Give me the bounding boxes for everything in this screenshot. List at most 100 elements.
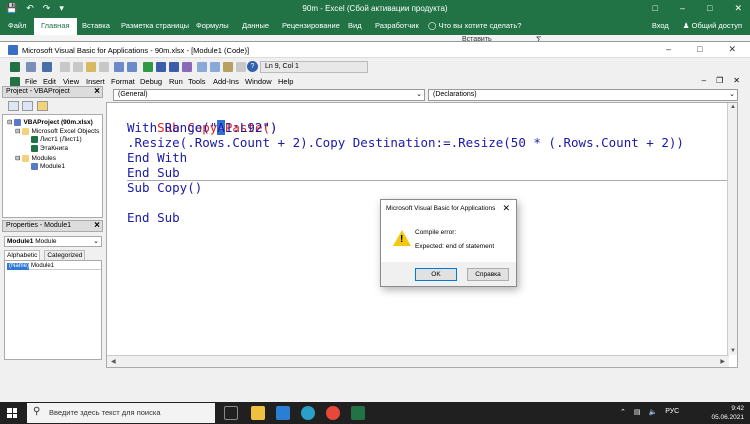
close-icon[interactable]: ✕ (734, 3, 742, 14)
code-line-4[interactable]: End With (127, 150, 187, 165)
file-explorer-icon[interactable] (251, 406, 265, 420)
minimize-icon[interactable]: – (680, 3, 685, 14)
ok-button[interactable]: OK (415, 268, 457, 281)
tree-item-vbaproject[interactable]: ⊟ VBAProject (90m.xlsx) (7, 118, 93, 126)
tab-page-layout[interactable]: Разметка страницы (121, 21, 189, 30)
project-pane-close-icon[interactable]: × (94, 86, 100, 97)
insert-module-icon[interactable] (26, 62, 36, 72)
view-excel-icon[interactable] (10, 62, 20, 72)
menu-tools[interactable]: Tools (188, 77, 206, 86)
procedure-combo[interactable]: (Declarations) ⌄ (428, 89, 738, 101)
collapse-icon[interactable]: ⊟ (15, 154, 20, 162)
windows-start-icon[interactable] (7, 408, 17, 418)
chrome-icon[interactable] (326, 406, 340, 420)
tell-me-box[interactable]: ◯ Что вы хотите сделать? (428, 21, 521, 30)
break-icon[interactable] (156, 62, 166, 72)
menu-view[interactable]: View (63, 77, 79, 86)
code-line-2[interactable]: With Range("A1:L92") (127, 120, 278, 135)
ribbon-display-icon[interactable]: □ (653, 3, 658, 14)
scroll-down-icon[interactable]: ▼ (730, 348, 736, 354)
volume-icon[interactable]: 🔈 (649, 408, 658, 416)
collapse-icon[interactable]: ⊟ (7, 118, 12, 126)
collapse-icon[interactable]: ⊟ (15, 127, 20, 135)
object-combo[interactable]: (General) ⌄ (113, 89, 425, 101)
vbe-menu-bar: File Edit View Insert Format Debug Run T… (0, 75, 750, 89)
menu-file[interactable]: File (25, 77, 37, 86)
cut-icon[interactable] (60, 62, 70, 72)
code-line-5[interactable]: End Sub (127, 165, 180, 180)
view-object-icon[interactable] (22, 101, 33, 111)
menu-add-ins[interactable]: Add-Ins (213, 77, 239, 86)
paste-icon[interactable] (86, 62, 96, 72)
code-restore-icon[interactable]: ❐ (716, 76, 723, 85)
scroll-up-icon[interactable]: ▲ (730, 104, 736, 110)
clock[interactable]: 9:42 05.06.2021 (711, 404, 744, 422)
tab-formulas[interactable]: Формулы (196, 21, 229, 30)
dialog-close-icon[interactable]: ✕ (502, 203, 510, 214)
project-explorer-icon[interactable] (197, 62, 207, 72)
design-mode-icon[interactable] (182, 62, 192, 72)
help-button[interactable]: Справка (467, 268, 509, 281)
mail-icon[interactable] (276, 406, 290, 420)
property-value[interactable]: Module1 (29, 263, 101, 270)
object-browser-icon[interactable] (223, 62, 233, 72)
redo-vba-icon[interactable] (127, 62, 137, 72)
reset-icon[interactable] (169, 62, 179, 72)
vbe-close-icon[interactable]: ✕ (728, 44, 736, 55)
taskbar-search-box[interactable]: ⚲ Введите здесь текст для поиска (27, 403, 215, 423)
help-icon[interactable]: ? (247, 61, 258, 72)
tree-item-excel-objects[interactable]: ⊟ Microsoft Excel Objects (15, 127, 99, 135)
menu-run[interactable]: Run (169, 77, 183, 86)
maximize-icon[interactable]: □ (707, 3, 712, 14)
code-line-3[interactable]: .Resize(.Rows.Count + 2).Copy Destinatio… (127, 135, 684, 150)
code-line-6[interactable]: Sub Copy() (127, 180, 202, 195)
tab-data[interactable]: Данные (242, 21, 269, 30)
tree-item-modules[interactable]: ⊟ Modules (15, 154, 56, 162)
properties-window-icon[interactable] (210, 62, 220, 72)
menu-format[interactable]: Format (111, 77, 135, 86)
vbe-minimize-icon[interactable]: – (666, 44, 671, 55)
ribbon-tabs: Файл Главная Вставка Разметка страницы Ф… (0, 18, 750, 35)
undo-vba-icon[interactable] (114, 62, 124, 72)
scroll-left-icon[interactable]: ◀ (111, 358, 116, 365)
code-line-7[interactable]: End Sub (127, 210, 180, 225)
tab-file[interactable]: Файл (8, 21, 26, 30)
menu-insert[interactable]: Insert (86, 77, 105, 86)
run-icon[interactable] (143, 62, 153, 72)
scroll-right-icon[interactable]: ▶ (720, 358, 725, 365)
network-icon[interactable]: ▤ (634, 408, 641, 416)
language-indicator[interactable]: РУС (665, 408, 679, 416)
tree-item-workbook[interactable]: ЭтаКнига (31, 145, 68, 152)
find-icon[interactable] (99, 62, 109, 72)
tab-review[interactable]: Рецензирование (282, 21, 340, 30)
tree-item-sheet1[interactable]: Лист1 (Лист1) (31, 136, 82, 143)
toggle-folders-icon[interactable] (37, 101, 48, 111)
toolbox-icon[interactable] (236, 62, 246, 72)
save-vba-icon[interactable] (42, 62, 52, 72)
code-close-icon[interactable]: ✕ (733, 76, 740, 85)
properties-pane-close-icon[interactable]: × (94, 220, 100, 231)
code-minimize-icon[interactable]: – (702, 76, 706, 85)
horizontal-scrollbar[interactable]: ◀ ▶ (107, 355, 729, 367)
tree-item-module1[interactable]: Module1 (31, 163, 65, 170)
signin-link[interactable]: Вход (652, 21, 669, 30)
menu-window[interactable]: Window (245, 77, 272, 86)
menu-edit[interactable]: Edit (43, 77, 56, 86)
properties-object-select[interactable]: Module1 Module ⌄ (4, 236, 102, 247)
tab-home[interactable]: Главная (34, 18, 77, 35)
menu-debug[interactable]: Debug (140, 77, 162, 86)
copy-icon[interactable] (73, 62, 83, 72)
view-code-icon[interactable] (8, 101, 19, 111)
menu-help[interactable]: Help (278, 77, 293, 86)
tab-view[interactable]: Вид (348, 21, 362, 30)
property-row[interactable]: (Name) Module1 (7, 263, 101, 270)
task-view-icon[interactable] (224, 406, 238, 420)
vertical-scrollbar[interactable]: ▲ ▼ (727, 103, 737, 355)
share-button[interactable]: ♟ Общий доступ (683, 21, 742, 30)
vbe-maximize-icon[interactable]: □ (697, 44, 702, 55)
tray-chevron-icon[interactable]: ⌃ (620, 408, 626, 416)
excel-taskbar-icon[interactable] (351, 406, 365, 420)
tab-developer[interactable]: Разработчик (375, 21, 419, 30)
tab-insert[interactable]: Вставка (82, 21, 110, 30)
edge-icon[interactable] (301, 406, 315, 420)
